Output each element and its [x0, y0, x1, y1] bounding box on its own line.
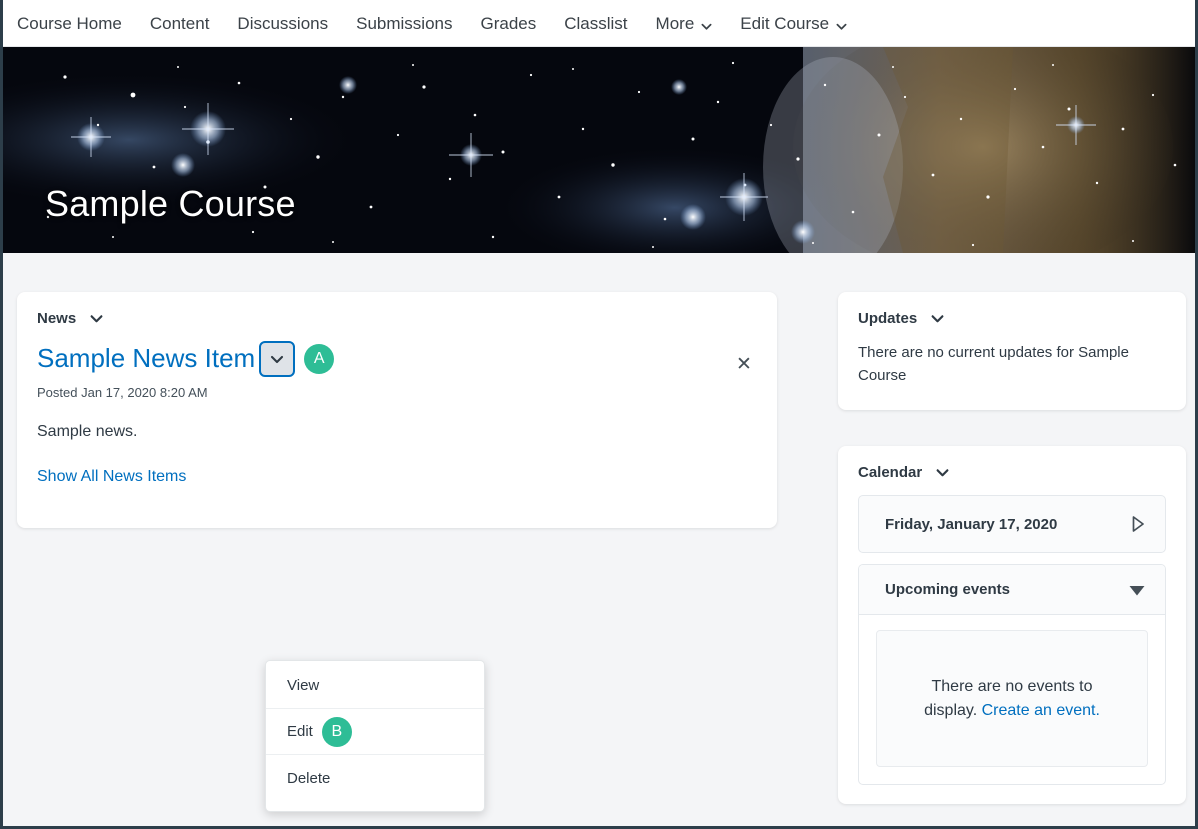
nav-item-label: Course Home	[17, 13, 122, 33]
nav-item-more[interactable]: More	[656, 15, 728, 32]
updates-empty-message: There are no current updates for Sample …	[858, 344, 1129, 385]
chevron-down-icon[interactable]	[931, 312, 944, 325]
news-item-body: Sample news.	[37, 423, 138, 440]
calendar-upcoming-events: Upcoming events There are no events to d…	[858, 564, 1166, 785]
calendar-current-date: Friday, January 17, 2020	[885, 515, 1058, 533]
news-widget-title: News	[37, 310, 77, 327]
close-icon[interactable]: ✕	[731, 351, 757, 377]
news-widget-header: News	[37, 310, 757, 327]
chevron-down-icon[interactable]	[90, 312, 103, 325]
annotation-badge-a: A	[304, 344, 335, 374]
nav-item-submissions[interactable]: Submissions	[356, 15, 467, 32]
context-menu-item-label: Delete	[287, 769, 331, 787]
news-item-context-menu-button[interactable]	[259, 341, 296, 377]
news-item-title-link[interactable]: Sample News Item	[37, 343, 255, 374]
nav-item-grades[interactable]: Grades	[481, 15, 552, 32]
context-menu-item-edit[interactable]: Edit B	[266, 709, 484, 755]
calendar-no-events-text: There are no events to display. Create a…	[903, 675, 1121, 723]
nav-item-edit-course[interactable]: Edit Course	[740, 15, 862, 32]
calendar-upcoming-events-header[interactable]: Upcoming events	[859, 565, 1165, 615]
chevron-down-icon	[271, 355, 284, 364]
main-content: News Sample News Item A Posted Jan 17, 2…	[3, 253, 1195, 823]
updates-widget-title: Updates	[858, 310, 918, 327]
nav-item-content[interactable]: Content	[150, 15, 225, 32]
news-item-posted-date: Posted Jan 17, 2020 8:20 AM	[37, 385, 208, 400]
nav-item-label: Grades	[480, 13, 537, 33]
nav-item-label: Classlist	[564, 13, 628, 33]
nav-item-label: Discussions	[237, 13, 329, 33]
news-item-title-row: Sample News Item A	[37, 341, 757, 377]
calendar-upcoming-events-title: Upcoming events	[885, 581, 1011, 598]
chevron-down-icon	[836, 18, 847, 30]
news-widget: News Sample News Item A Posted Jan 17, 2…	[17, 292, 777, 528]
triangle-right-icon[interactable]	[1130, 515, 1146, 533]
news-item-context-menu: View Edit B Delete	[265, 660, 485, 812]
show-all-news-items-link[interactable]: Show All News Items	[37, 468, 186, 486]
nav-item-label: Content	[149, 13, 210, 33]
banner-course-title: Sample Course	[45, 183, 296, 224]
calendar-widget-title: Calendar	[858, 464, 923, 481]
calendar-widget-header: Calendar	[858, 464, 1166, 481]
course-banner: Sample Course	[3, 47, 1195, 253]
chevron-down-icon[interactable]	[936, 466, 949, 479]
context-menu-item-label: Edit	[287, 723, 313, 740]
nav-item-discussions[interactable]: Discussions	[237, 15, 343, 32]
news-item: Sample News Item A Posted Jan 17, 2020 8…	[37, 341, 757, 486]
updates-widget-header: Updates	[858, 310, 1166, 327]
nav-item-label: More	[655, 13, 695, 33]
triangle-down-icon[interactable]	[1128, 583, 1146, 597]
context-menu-item-delete[interactable]: Delete	[266, 755, 484, 801]
calendar-date-row[interactable]: Friday, January 17, 2020	[858, 495, 1166, 553]
course-navbar: Course Home Content Discussions Submissi…	[3, 0, 1195, 47]
chevron-down-icon	[701, 18, 712, 30]
updates-widget: Updates There are no current updates for…	[838, 292, 1186, 410]
nav-item-label: Edit Course	[740, 13, 830, 33]
nav-item-classlist[interactable]: Classlist	[564, 15, 642, 32]
context-menu-item-label: View	[287, 677, 320, 694]
calendar-widget: Calendar Friday, January 17, 2020 Upcomi…	[838, 446, 1186, 804]
context-menu-item-view[interactable]: View	[266, 663, 484, 709]
course-home-page: Course Home Content Discussions Submissi…	[0, 0, 1198, 829]
nav-item-label: Submissions	[356, 13, 453, 33]
create-an-event-link[interactable]: Create an event.	[982, 702, 1100, 719]
nav-item-course-home[interactable]: Course Home	[17, 15, 137, 32]
annotation-badge-b: B	[321, 716, 352, 747]
calendar-no-events-box: There are no events to display. Create a…	[876, 630, 1148, 767]
